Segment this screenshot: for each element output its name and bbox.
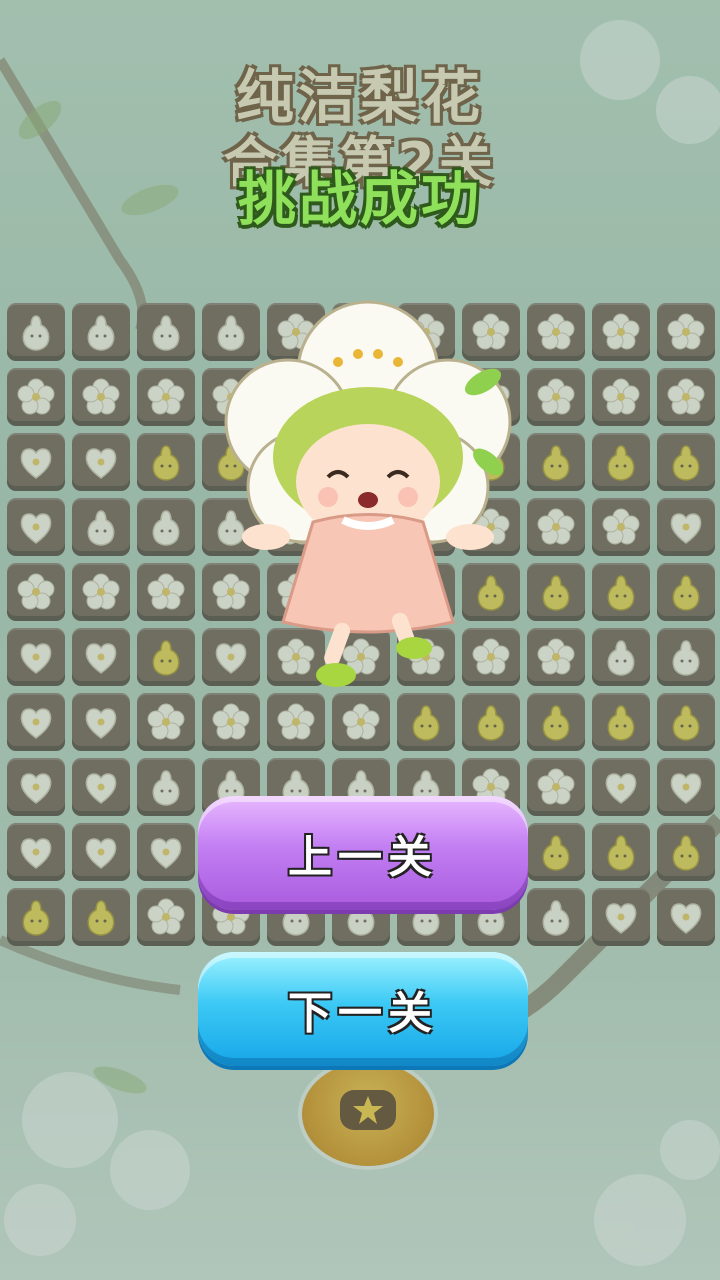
previous-level-button[interactable]: 上一关 [198,796,528,910]
challenge-success-text: 挑战成功 [237,165,482,233]
next-level-button[interactable]: 下一关 [198,952,528,1066]
flower-girl-mascot [224,300,512,687]
